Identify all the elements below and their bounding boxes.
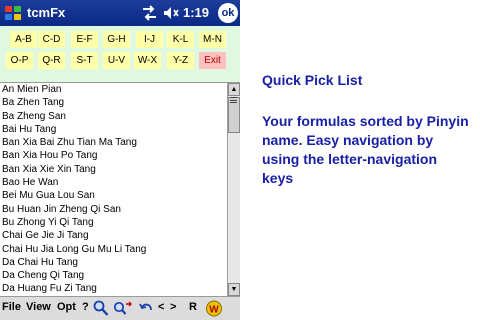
letter-key-s-t[interactable]: S-T (71, 52, 98, 69)
letter-key-y-z[interactable]: Y-Z (167, 52, 194, 69)
formula-list-item[interactable]: Ban Xia Bai Zhu Tian Ma Tang (0, 136, 227, 149)
windows-start-icon[interactable] (3, 3, 23, 23)
ok-button[interactable]: ok (218, 3, 238, 23)
formula-list-item[interactable]: Ba Zheng San (0, 110, 227, 123)
letter-key-q-r[interactable]: Q-R (38, 52, 65, 69)
menu-help[interactable]: ? (82, 301, 89, 313)
letter-key-k-l[interactable]: K-L (167, 31, 194, 48)
formula-list-item[interactable]: Bei Mu Gua Lou San (0, 189, 227, 202)
letter-key-g-h[interactable]: G-H (103, 31, 130, 48)
letter-key-a-b[interactable]: A-B (10, 31, 37, 48)
formula-list[interactable]: An Mien Pian Ba Zhen Tang Ba Zheng San Bai … (0, 83, 227, 296)
letter-key-o-p[interactable]: O-P (6, 52, 33, 69)
volume-icon[interactable] (163, 5, 180, 21)
scroll-grip-icon (230, 97, 237, 103)
letter-key-i-j[interactable]: I-J (136, 31, 163, 48)
nav-forward-button[interactable]: > (170, 301, 176, 313)
pocketpc-screen: tcmFx 1:19 ok A-B C-D E-F G-H I-J K-L M-… (0, 0, 240, 320)
svg-text:W: W (209, 305, 219, 316)
bookmark-icon[interactable]: W (205, 300, 223, 317)
letter-key-m-n[interactable]: M-N (199, 31, 226, 48)
formula-list-item[interactable]: Ban Xia Xie Xin Tang (0, 163, 227, 176)
search-next-icon[interactable] (113, 300, 133, 317)
letter-key-u-v[interactable]: U-V (103, 52, 130, 69)
formula-list-item[interactable]: Bai Hu Tang (0, 123, 227, 136)
clock[interactable]: 1:19 (183, 5, 209, 20)
formula-list-item[interactable]: Bu Huan Jin Zheng Qi San (0, 203, 227, 216)
menu-view[interactable]: View (26, 301, 51, 313)
formula-list-item[interactable]: Da Chai Hu Tang (0, 256, 227, 269)
description-title: Quick Pick List (262, 72, 363, 88)
letter-key-c-d[interactable]: C-D (38, 31, 65, 48)
exit-button[interactable]: Exit (199, 52, 226, 69)
formula-list-item[interactable]: An Mien Pian (0, 83, 227, 96)
formula-list-item[interactable]: Da Cheng Qi Tang (0, 269, 227, 282)
description-body: Your formulas sorted by Pinyin name. Eas… (262, 113, 469, 186)
menu-opt[interactable]: Opt (57, 301, 76, 313)
search-icon[interactable] (93, 300, 109, 317)
list-scrollbar[interactable]: ▲ ▼ (227, 83, 240, 296)
formula-list-item[interactable]: Chai Hu Jia Long Gu Mu Li Tang (0, 243, 227, 256)
app-title: tcmFx (27, 5, 66, 20)
r-button[interactable]: R (189, 301, 197, 313)
undo-icon[interactable] (138, 300, 154, 317)
formula-list-item[interactable]: Da Huang Fu Zi Tang (0, 282, 227, 295)
formula-list-item[interactable]: Bao He Wan (0, 176, 227, 189)
connectivity-icon[interactable] (141, 5, 158, 21)
letter-key-e-f[interactable]: E-F (71, 31, 98, 48)
formula-list-item[interactable]: Bu Zhong Yi Qi Tang (0, 216, 227, 229)
nav-back-button[interactable]: < (158, 301, 164, 313)
formula-list-item[interactable]: Ba Zhen Tang (0, 96, 227, 109)
scroll-up-arrow-icon[interactable]: ▲ (228, 83, 240, 96)
menu-bar: File View Opt ? < > R W (0, 296, 240, 320)
title-bar: tcmFx 1:19 ok (0, 0, 240, 26)
letter-navigation-panel: A-B C-D E-F G-H I-J K-L M-N O-P Q-R S-T … (0, 26, 240, 82)
scroll-down-arrow-icon[interactable]: ▼ (228, 283, 240, 296)
letter-key-w-x[interactable]: W-X (134, 52, 161, 69)
formula-list-box: An Mien Pian Ba Zhen Tang Ba Zheng San Bai … (0, 82, 240, 296)
menu-file[interactable]: File (2, 301, 21, 313)
formula-list-item[interactable]: Ban Xia Hou Po Tang (0, 149, 227, 162)
formula-list-item[interactable]: Chai Ge Jie Ji Tang (0, 229, 227, 242)
